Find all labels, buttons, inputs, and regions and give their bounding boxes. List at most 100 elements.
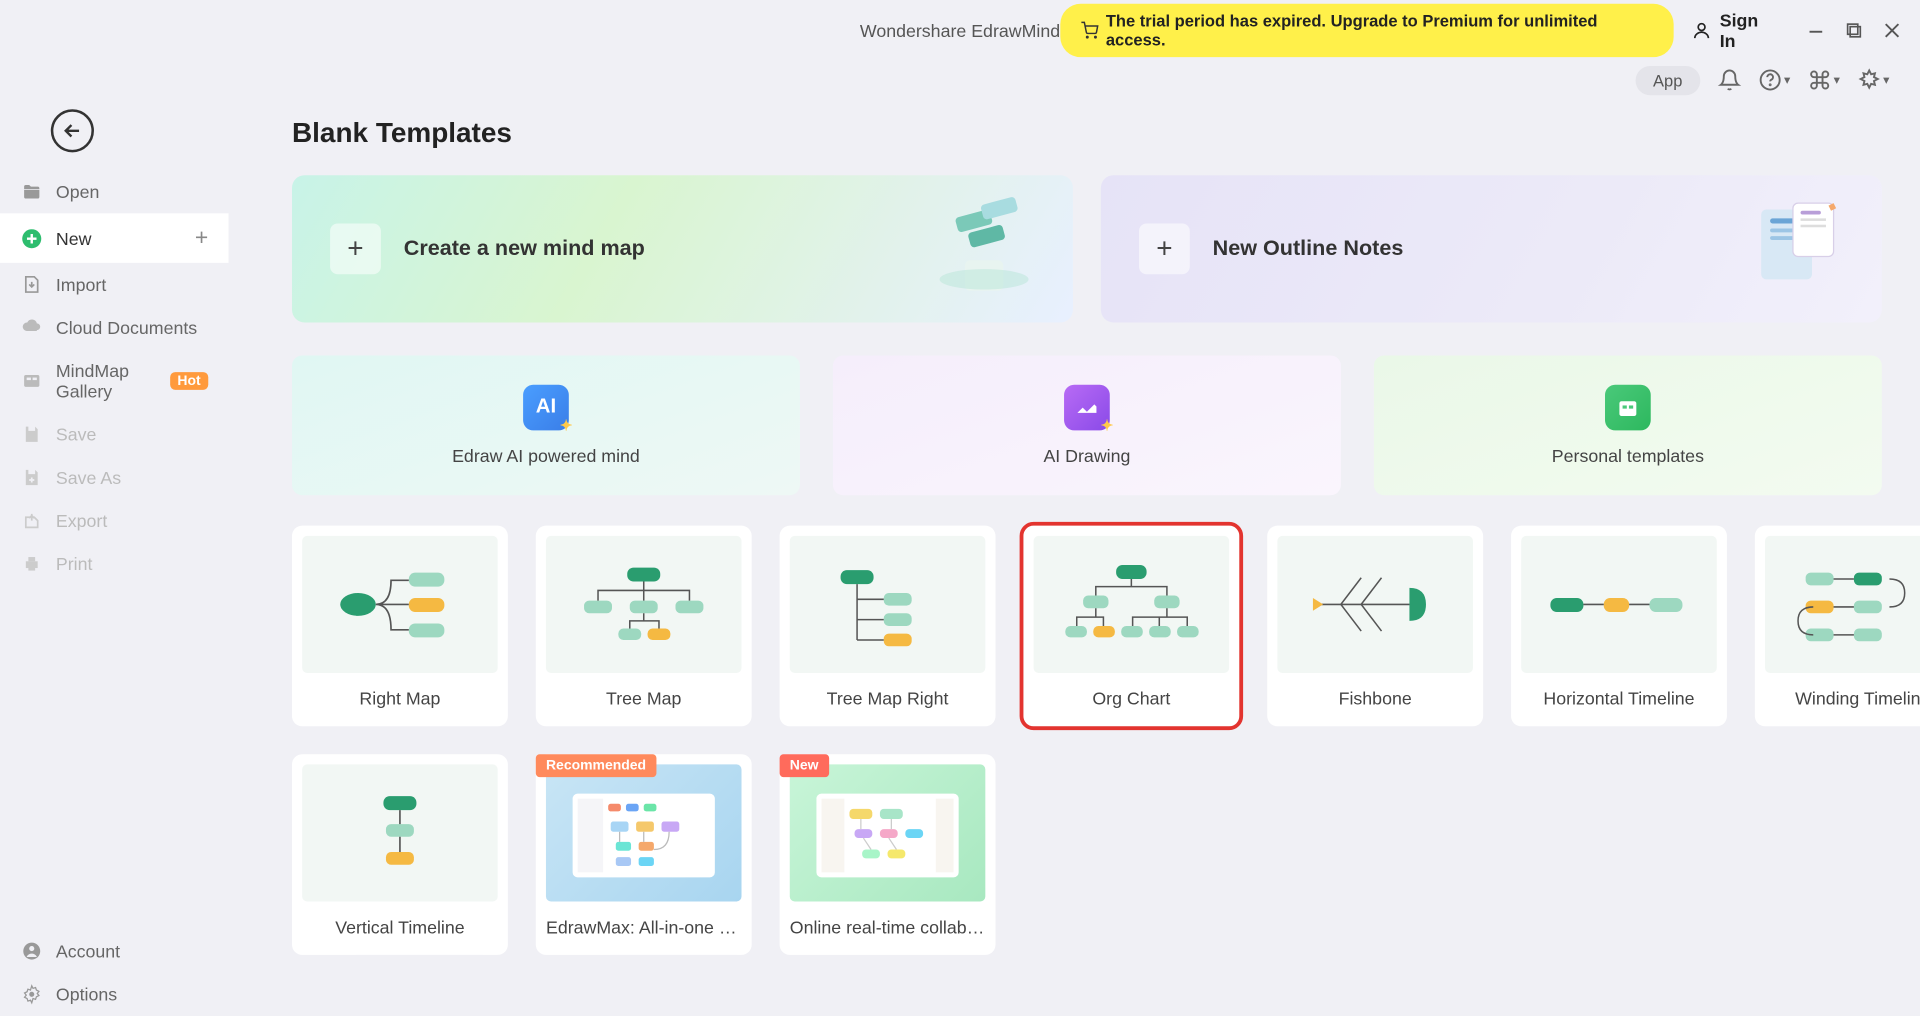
template-preview [1765, 536, 1920, 673]
user-icon [1692, 20, 1712, 40]
plus-circle-icon [20, 227, 43, 250]
mindmap-art-icon [921, 190, 1048, 304]
sidebar-item-account[interactable]: Account [0, 930, 229, 973]
template-preview [790, 536, 986, 673]
promo-label: AI Drawing [1044, 446, 1131, 466]
template-preview [1277, 536, 1473, 673]
page-title: Blank Templates [292, 117, 1882, 150]
template-tree-map-right[interactable]: Tree Map Right [780, 526, 996, 727]
template-fishbone[interactable]: Fishbone [1267, 526, 1483, 727]
hero-title: Create a new mind map [404, 236, 645, 261]
titlebar: Wondershare EdrawMind The trial period h… [0, 0, 1920, 61]
app-chip[interactable]: App [1635, 65, 1700, 94]
plus-icon: + [330, 223, 381, 274]
template-label: Org Chart [1034, 688, 1230, 708]
sidebar-item-label: Print [56, 554, 93, 574]
outline-art-icon [1730, 190, 1857, 304]
sidebar-item-print[interactable]: Print [0, 542, 229, 585]
print-icon [20, 554, 43, 574]
sidebar-item-label: Options [56, 984, 117, 1004]
templates-icon [1605, 385, 1651, 431]
sidebar-item-label: Cloud Documents [56, 317, 197, 337]
sidebar-item-open[interactable]: Open [0, 170, 229, 213]
template-preview [546, 764, 742, 901]
template-label: Fishbone [1277, 688, 1473, 708]
trial-banner-text: The trial period has expired. Upgrade to… [1106, 11, 1654, 49]
signin-button[interactable]: Sign In [1692, 10, 1778, 51]
gear-icon [20, 984, 43, 1004]
folder-icon [20, 182, 43, 202]
theme-icon[interactable]: ▾ [1858, 69, 1890, 92]
app-title: Wondershare EdrawMind [860, 20, 1060, 40]
command-icon[interactable]: ▾ [1808, 69, 1840, 92]
sidebar-item-save[interactable]: Save [0, 413, 229, 456]
template-label: Online real-time collabora... [790, 917, 986, 937]
template-label: Horizontal Timeline [1521, 688, 1717, 708]
template-preview [1034, 536, 1230, 673]
saveas-icon [20, 467, 43, 487]
sidebar-item-export[interactable]: Export [0, 499, 229, 542]
back-button[interactable] [51, 109, 94, 152]
cloud-icon [20, 317, 43, 337]
recommended-badge: Recommended [536, 754, 656, 777]
plus-icon: + [1139, 223, 1190, 274]
template-edrawmax[interactable]: Recommended EdrawMax: All-in-one Dia... [536, 754, 752, 955]
sidebar-item-label: Save [56, 424, 97, 444]
close-button[interactable] [1882, 20, 1902, 40]
hero-new-mindmap[interactable]: + Create a new mind map [292, 175, 1073, 322]
plus-icon[interactable]: + [195, 225, 208, 252]
template-label: Right Map [302, 688, 498, 708]
arrow-left-icon [61, 119, 84, 142]
help-icon[interactable]: ▾ [1759, 69, 1791, 92]
trial-banner[interactable]: The trial period has expired. Upgrade to… [1060, 4, 1674, 57]
sidebar-item-new[interactable]: New + [0, 213, 229, 263]
template-preview [302, 536, 498, 673]
template-label: Vertical Timeline [302, 917, 498, 937]
template-tree-map[interactable]: Tree Map [536, 526, 752, 727]
promo-ai-drawing[interactable]: ✦ AI Drawing [833, 356, 1341, 496]
sidebar-item-import[interactable]: Import [0, 263, 229, 306]
promo-label: Edraw AI powered mind [452, 446, 640, 466]
sidebar-item-cloud[interactable]: Cloud Documents [0, 306, 229, 349]
template-label: Tree Map [546, 688, 742, 708]
template-online-collab[interactable]: New Online real-time collabora... [780, 754, 996, 955]
template-preview [790, 764, 986, 901]
import-icon [20, 274, 43, 294]
ai-drawing-icon: ✦ [1064, 385, 1110, 431]
save-icon [20, 424, 43, 444]
template-vertical-timeline[interactable]: Vertical Timeline [292, 754, 508, 955]
ai-mind-icon: AI✦ [523, 385, 569, 431]
gallery-icon [20, 371, 43, 391]
hero-title: New Outline Notes [1213, 236, 1404, 261]
template-preview [302, 764, 498, 901]
sidebar-item-saveas[interactable]: Save As [0, 456, 229, 499]
sidebar-item-label: New [56, 228, 92, 248]
sidebar-item-label: Open [56, 182, 99, 202]
promo-personal-templates[interactable]: Personal templates [1374, 356, 1882, 496]
export-icon [20, 510, 43, 530]
template-org-chart[interactable]: Org Chart [1023, 526, 1239, 727]
account-icon [20, 941, 43, 961]
main-content: Blank Templates + Create a new mind map … [229, 99, 1920, 1016]
new-badge: New [780, 754, 829, 777]
template-right-map[interactable]: Right Map [292, 526, 508, 727]
template-label: EdrawMax: All-in-one Dia... [546, 917, 742, 937]
sidebar-item-gallery[interactable]: MindMap Gallery Hot [0, 349, 229, 412]
sidebar-item-label: Export [56, 510, 107, 530]
hot-badge: Hot [170, 372, 209, 390]
sidebar-item-label: Import [56, 274, 106, 294]
cart-icon [1080, 22, 1098, 40]
template-label: Winding Timeline [1765, 688, 1920, 708]
notification-icon[interactable] [1718, 69, 1741, 92]
sidebar-item-options[interactable]: Options [0, 973, 229, 1016]
promo-ai-mind[interactable]: AI✦ Edraw AI powered mind [292, 356, 800, 496]
hero-new-outline[interactable]: + New Outline Notes [1101, 175, 1882, 322]
template-winding-timeline[interactable]: Winding Timeline [1755, 526, 1920, 727]
template-label: Tree Map Right [790, 688, 986, 708]
template-preview [1521, 536, 1717, 673]
template-preview [546, 536, 742, 673]
minimize-button[interactable] [1806, 20, 1826, 40]
secondary-toolbar: App ▾ ▾ ▾ [0, 61, 1920, 99]
maximize-button[interactable] [1844, 20, 1864, 40]
template-horizontal-timeline[interactable]: Horizontal Timeline [1511, 526, 1727, 727]
